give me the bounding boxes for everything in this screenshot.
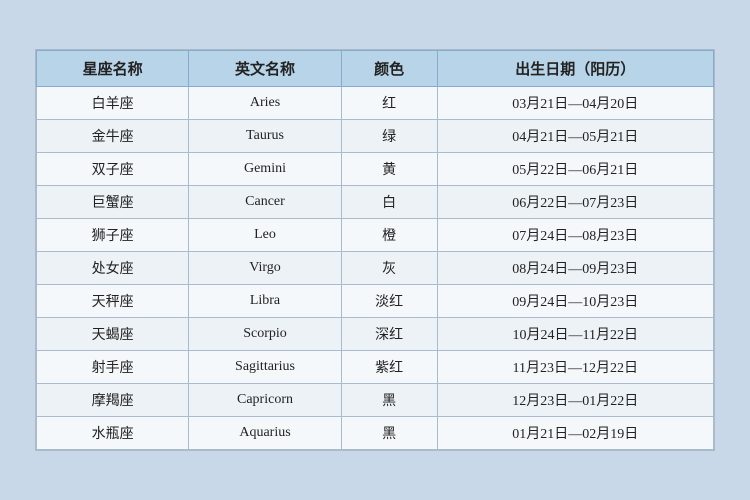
table-cell: 07月24日—08月23日 [437, 219, 713, 252]
table-row: 金牛座Taurus绿04月21日—05月21日 [37, 120, 714, 153]
table-row: 巨蟹座Cancer白06月22日—07月23日 [37, 186, 714, 219]
table-row: 天秤座Libra淡红09月24日—10月23日 [37, 285, 714, 318]
table-row: 狮子座Leo橙07月24日—08月23日 [37, 219, 714, 252]
table-row: 射手座Sagittarius紫红11月23日—12月22日 [37, 351, 714, 384]
table-cell: 天秤座 [37, 285, 189, 318]
table-row: 双子座Gemini黄05月22日—06月21日 [37, 153, 714, 186]
table-cell: 天蝎座 [37, 318, 189, 351]
table-cell: Cancer [189, 186, 341, 219]
table-row: 天蝎座Scorpio深红10月24日—11月22日 [37, 318, 714, 351]
table-cell: Virgo [189, 252, 341, 285]
table-cell: Gemini [189, 153, 341, 186]
table-cell: 橙 [341, 219, 437, 252]
table-cell: 绿 [341, 120, 437, 153]
zodiac-table: 星座名称英文名称颜色出生日期（阳历） 白羊座Aries红03月21日—04月20… [36, 50, 714, 450]
table-cell: 03月21日—04月20日 [437, 87, 713, 120]
table-cell: 巨蟹座 [37, 186, 189, 219]
table-cell: 黑 [341, 417, 437, 450]
table-header-cell: 星座名称 [37, 51, 189, 87]
table-cell: 灰 [341, 252, 437, 285]
table-cell: 水瓶座 [37, 417, 189, 450]
table-header-cell: 颜色 [341, 51, 437, 87]
table-cell: 深红 [341, 318, 437, 351]
table-cell: 06月22日—07月23日 [437, 186, 713, 219]
table-row: 水瓶座Aquarius黑01月21日—02月19日 [37, 417, 714, 450]
table-body: 白羊座Aries红03月21日—04月20日金牛座Taurus绿04月21日—0… [37, 87, 714, 450]
table-cell: 白羊座 [37, 87, 189, 120]
table-cell: 04月21日—05月21日 [437, 120, 713, 153]
zodiac-table-container: 星座名称英文名称颜色出生日期（阳历） 白羊座Aries红03月21日—04月20… [35, 49, 715, 451]
table-cell: 紫红 [341, 351, 437, 384]
table-cell: 05月22日—06月21日 [437, 153, 713, 186]
table-cell: 09月24日—10月23日 [437, 285, 713, 318]
table-cell: 黄 [341, 153, 437, 186]
table-cell: 狮子座 [37, 219, 189, 252]
table-cell: Sagittarius [189, 351, 341, 384]
table-cell: 淡红 [341, 285, 437, 318]
table-cell: 金牛座 [37, 120, 189, 153]
table-cell: Aries [189, 87, 341, 120]
table-cell: 01月21日—02月19日 [437, 417, 713, 450]
table-cell: 10月24日—11月22日 [437, 318, 713, 351]
table-row: 处女座Virgo灰08月24日—09月23日 [37, 252, 714, 285]
table-header-cell: 英文名称 [189, 51, 341, 87]
table-cell: 摩羯座 [37, 384, 189, 417]
table-cell: 射手座 [37, 351, 189, 384]
table-cell: 处女座 [37, 252, 189, 285]
table-header-row: 星座名称英文名称颜色出生日期（阳历） [37, 51, 714, 87]
table-cell: Leo [189, 219, 341, 252]
table-cell: 红 [341, 87, 437, 120]
table-cell: 双子座 [37, 153, 189, 186]
table-cell: 12月23日—01月22日 [437, 384, 713, 417]
table-cell: 黑 [341, 384, 437, 417]
table-header-cell: 出生日期（阳历） [437, 51, 713, 87]
table-cell: Capricorn [189, 384, 341, 417]
table-cell: Scorpio [189, 318, 341, 351]
table-row: 摩羯座Capricorn黑12月23日—01月22日 [37, 384, 714, 417]
table-cell: Taurus [189, 120, 341, 153]
table-cell: Aquarius [189, 417, 341, 450]
table-cell: 08月24日—09月23日 [437, 252, 713, 285]
table-row: 白羊座Aries红03月21日—04月20日 [37, 87, 714, 120]
table-cell: Libra [189, 285, 341, 318]
table-cell: 11月23日—12月22日 [437, 351, 713, 384]
table-cell: 白 [341, 186, 437, 219]
